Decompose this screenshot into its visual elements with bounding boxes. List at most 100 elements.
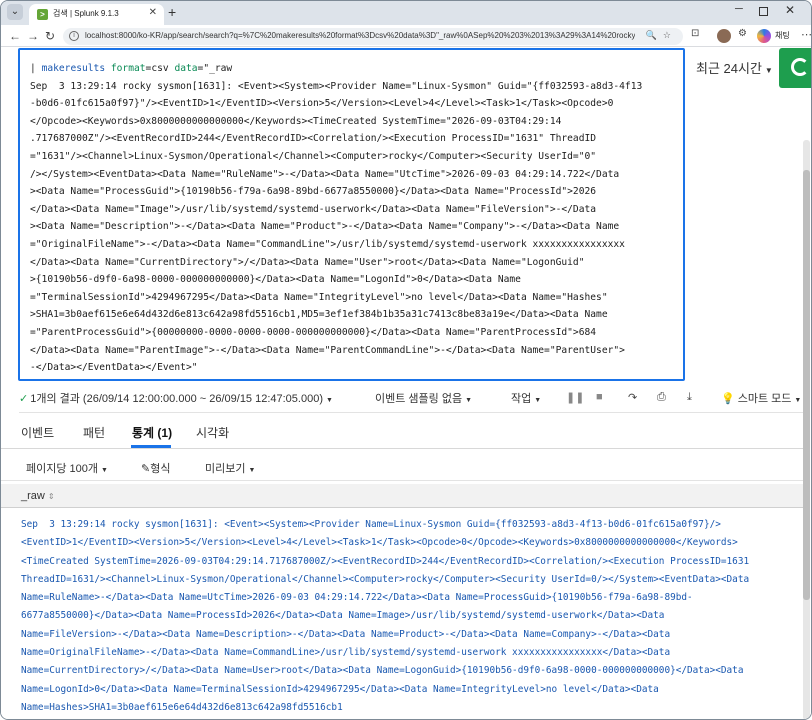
job-dropdown[interactable]: 작업 ▼ — [511, 390, 541, 406]
cell-line: <TimeCreated SystemTime=2026-09-03T04:29… — [21, 555, 750, 567]
address-bar: ← → ↻ i localhost:8000/ko-KR/app/search/… — [1, 25, 811, 47]
tab-title: 검색 | Splunk 9.1.3 — [53, 9, 119, 18]
query-line: </Opcode><Keywords>0x8000000000000000</K… — [30, 115, 562, 127]
sampling-label: 이벤트 샘플링 없음 — [375, 393, 463, 405]
event-sampling-dropdown[interactable]: 이벤트 샘플링 없음 ▼ — [375, 390, 472, 406]
per-page-label: 페이지당 100개 — [26, 463, 99, 475]
query-line: -</Data></EventData></Event>" — [30, 362, 198, 374]
preview-dropdown[interactable]: 미리보기 ▼ — [205, 460, 255, 476]
search-query-text[interactable]: | makeresults format=csv data="_raw Sep … — [30, 60, 680, 377]
query-line: >{10190b56-d9f0-6a98-0000-000000000000}<… — [30, 274, 521, 286]
query-value-format: =csv — [145, 63, 175, 74]
query-line: ><Data Name="Description">-</Data><Data … — [30, 221, 620, 233]
format-label: 형식 — [150, 463, 171, 475]
cell-line: ThreadID=1631/><Channel>Linux-Sysmon/Ope… — [21, 573, 750, 585]
query-line: </Data><Data Name="Image">/usr/lib/syste… — [30, 203, 597, 215]
search-mode-dropdown[interactable]: 💡 스마트 모드 ▼ — [721, 390, 801, 406]
new-tab-icon[interactable]: + — [168, 4, 176, 20]
forward-icon[interactable]: → — [27, 29, 39, 43]
divider — [1, 480, 803, 481]
splunk-search-page: | makeresults format=csv data="_raw Sep … — [1, 48, 811, 719]
copilot-label[interactable]: 채팅 — [775, 30, 790, 41]
caret-down-icon: ▼ — [101, 467, 108, 474]
back-icon[interactable]: ← — [9, 29, 21, 43]
query-arg-data: data — [174, 63, 198, 74]
tab-visualization[interactable]: 시각화 — [196, 424, 229, 441]
tab-menu-button[interactable]: ⌄ — [7, 4, 23, 20]
minimize-icon[interactable]: ─ — [735, 3, 743, 15]
print-icon[interactable]: ⎙ — [657, 391, 666, 404]
cell-line: Name=OriginalFileName>-</Data><Data Name… — [21, 647, 671, 659]
settings-icon[interactable]: ⚙ — [738, 28, 747, 39]
caret-down-icon: ▼ — [534, 397, 542, 404]
result-summary: ✓ 1개의 결과 (26/09/14 12:00:00.000 ~ 26/09/1… — [19, 390, 333, 406]
page-scrollbar[interactable] — [803, 140, 810, 719]
tab-patterns[interactable]: 패턴 — [83, 424, 105, 441]
url-field[interactable]: i localhost:8000/ko-KR/app/search/search… — [63, 28, 683, 45]
query-line: ="OriginalFileName">-</Data><Data Name="… — [30, 238, 625, 250]
table-row: Sep 3 13:29:14 rocky sysmon[1631]: <Even… — [21, 516, 803, 717]
caret-down-icon: ▼ — [764, 66, 773, 75]
search-query-editor[interactable]: | makeresults format=csv data="_raw Sep … — [18, 48, 685, 381]
query-line: >SHA1=3b0aef615e6e64d432d6e813c642a98fd5… — [30, 309, 608, 321]
search-mode-label: 스마트 모드 — [737, 393, 792, 405]
format-button[interactable]: ✎형식 — [141, 460, 170, 476]
query-body: Sep 3 13:29:14 rocky sysmon[1631]: <Even… — [30, 81, 642, 374]
query-line: </Data><Data Name="ParentImage">-</Data>… — [30, 344, 625, 356]
site-info-icon[interactable]: i — [69, 31, 79, 41]
cell-line: Sep 3 13:29:14 rocky sysmon[1631]: <Even… — [21, 519, 721, 530]
extensions-icon[interactable]: ⊡ — [691, 28, 699, 39]
check-icon: ✓ — [19, 393, 29, 405]
browser-tab[interactable]: > 검색 | Splunk 9.1.3 ✕ — [29, 4, 164, 25]
column-header-raw[interactable]: _raw ⇕ — [21, 490, 55, 502]
pause-icon[interactable]: ❚❚ — [566, 391, 584, 404]
maximize-icon[interactable] — [759, 7, 768, 16]
preview-label: 미리보기 — [205, 463, 246, 475]
browser-window: ⌄ > 검색 | Splunk 9.1.3 ✕ + ─ ✕ ← → ↻ i lo… — [0, 0, 812, 720]
divider — [1, 448, 803, 449]
cell-line: 6677a8550000}</Data><Data Name=ProcessId… — [21, 610, 665, 622]
cell-line: Name=FileVersion>-</Data><Data Name=Desc… — [21, 628, 671, 640]
query-line: Sep 3 13:29:14 rocky sysmon[1631]: <Even… — [30, 80, 643, 92]
copilot-icon[interactable] — [757, 29, 771, 43]
pencil-icon: ✎ — [141, 463, 151, 475]
query-line: ="1631"/><Channel>Linux-Sysmon/Operation… — [30, 150, 597, 162]
per-page-dropdown[interactable]: 페이지당 100개 ▼ — [26, 460, 108, 476]
query-line: ><Data Name="ProcessGuid">{10190b56-f79a… — [30, 186, 597, 198]
search-button[interactable] — [779, 48, 811, 88]
query-line: ="TerminalSessionId">4294967295</Data><D… — [30, 291, 608, 303]
tab-statistics[interactable]: 통계 (1) — [132, 424, 172, 441]
stop-icon[interactable]: ■ — [596, 391, 603, 403]
export-icon[interactable]: ⤓ — [687, 391, 692, 404]
divider — [19, 412, 803, 413]
sort-icon[interactable]: ⇕ — [48, 492, 55, 501]
tab-close-icon[interactable]: ✕ — [149, 7, 157, 18]
url-tools: 🔍☆ — [645, 30, 677, 40]
cell-line: Name=CurrentDirectory>/</Data><Data Name… — [21, 665, 744, 677]
share-icon[interactable]: ↷ — [628, 391, 637, 404]
scroll-thumb[interactable] — [803, 170, 810, 600]
cell-line: Name=Hashes>SHA1=3b0aef615e6e64d432d6e81… — [21, 701, 343, 713]
caret-down-icon[interactable]: ▼ — [326, 397, 333, 404]
query-line: .717687000Z"/><EventRecordID>244</EventR… — [30, 133, 597, 145]
search-go-icon — [791, 58, 809, 76]
time-range-picker[interactable]: 최근 24시간 ▼ — [696, 58, 773, 77]
time-range-label: 최근 24시간 — [696, 61, 762, 76]
window-close-icon[interactable]: ✕ — [785, 3, 795, 17]
bulb-icon: 💡 — [721, 393, 735, 405]
splunk-favicon-icon: > — [37, 9, 48, 20]
table-header: _raw ⇕ — [1, 484, 803, 508]
caret-down-icon: ▼ — [794, 397, 802, 404]
more-menu-icon[interactable]: ⋯ — [801, 28, 811, 41]
query-pipe: | — [30, 63, 42, 74]
cell-line: <EventID>1</EventID><Version>5</Version>… — [21, 537, 738, 549]
query-line: /></System><EventData><Data Name="RuleNa… — [30, 168, 620, 180]
reload-icon[interactable]: ↻ — [45, 29, 55, 43]
url-text[interactable]: localhost:8000/ko-KR/app/search/search?q… — [85, 31, 635, 40]
profile-avatar[interactable] — [717, 29, 731, 43]
query-value-data: ="_raw — [197, 63, 233, 74]
tab-events[interactable]: 이벤트 — [21, 424, 54, 441]
query-line: </Data><Data Name="CurrentDirectory">/</… — [30, 256, 585, 268]
column-header-label: _raw — [21, 490, 45, 502]
result-summary-text: 1개의 결과 (26/09/14 12:00:00.000 ~ 26/09/15… — [30, 393, 323, 405]
